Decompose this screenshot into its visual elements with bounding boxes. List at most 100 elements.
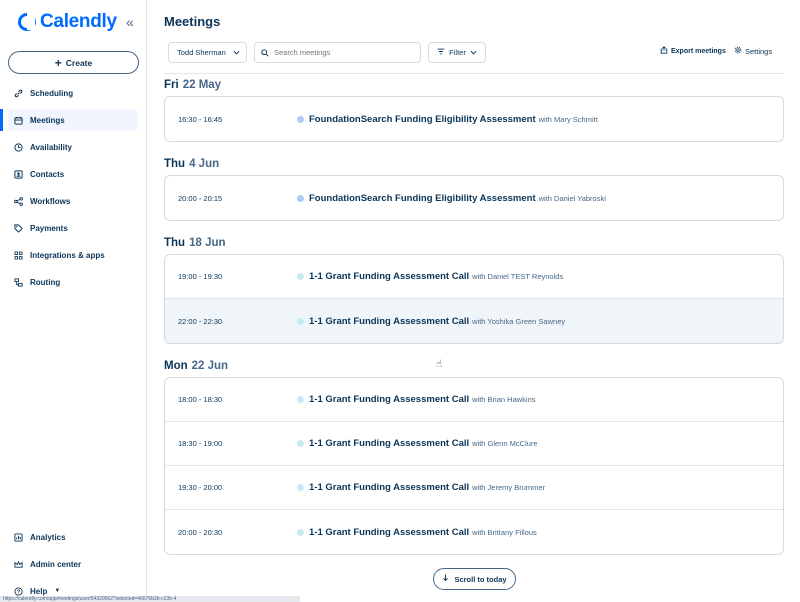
workflows-icon bbox=[14, 196, 23, 206]
svg-text:?: ? bbox=[17, 589, 20, 595]
meeting-row[interactable]: 20:00 - 20:30 1-1 Grant Funding Assessmen… bbox=[165, 510, 783, 554]
day-date: 22 Jun bbox=[191, 360, 229, 372]
sidebar-item-label: Meetings bbox=[30, 115, 65, 125]
search-icon bbox=[261, 44, 269, 62]
create-label: Create bbox=[65, 57, 93, 68]
arrow-down-icon bbox=[442, 574, 449, 584]
page-header: Meetings bbox=[148, 0, 800, 42]
meeting-title: 1-1 Grant Funding Assessment Call bbox=[309, 315, 470, 327]
day-weekday: Fri bbox=[164, 79, 179, 91]
meeting-invitee: with Brian Hawkins bbox=[472, 395, 536, 404]
export-label: Export meetings bbox=[671, 47, 726, 55]
user-select[interactable]: Todd Sherman bbox=[168, 42, 247, 63]
sidebar-item-scheduling[interactable]: Scheduling bbox=[8, 82, 138, 104]
meeting-title: 1-1 Grant Funding Assessment Call bbox=[309, 482, 470, 493]
meeting-time: 22:00 - 22:30 bbox=[178, 316, 223, 326]
filter-icon bbox=[437, 48, 445, 57]
meeting-time: 19:00 - 19:30 bbox=[178, 272, 223, 281]
day-meetings-group: 20:00 - 20:15 FoundationSearch Funding El… bbox=[164, 175, 784, 221]
sidebar-item-label: Analytics bbox=[30, 532, 66, 542]
sidebar-item-integrations[interactable]: Integrations & apps bbox=[8, 244, 138, 266]
meeting-invitee: with Daniel TEST Reynolds bbox=[472, 272, 564, 281]
day-heading: Mon 22 Jun bbox=[148, 355, 800, 377]
meeting-row[interactable]: 19:00 - 19:30 1-1 Grant Funding Assessmen… bbox=[165, 255, 783, 299]
meeting-time: 20:00 - 20:30 bbox=[178, 527, 223, 537]
day-meetings-group: 16:30 - 16:45 FoundationSearch Funding El… bbox=[164, 96, 784, 142]
create-button[interactable]: + Create bbox=[8, 51, 139, 74]
tag-icon bbox=[14, 223, 23, 233]
plus-icon: + bbox=[54, 55, 62, 70]
meeting-row[interactable]: 22:00 - 22:30 1-1 Grant Funding Assessmen… bbox=[165, 299, 783, 343]
meeting-row[interactable]: 20:00 - 20:15 FoundationSearch Funding El… bbox=[165, 176, 783, 220]
event-color-dot-icon bbox=[297, 194, 304, 202]
meeting-time: 16:30 - 16:45 bbox=[178, 114, 223, 124]
sidebar-item-admin-center[interactable]: Admin center bbox=[8, 553, 138, 575]
event-color-dot-icon bbox=[297, 484, 304, 491]
search-input[interactable] bbox=[274, 48, 414, 57]
meeting-title: FoundationSearch Funding Eligibility Ass… bbox=[309, 192, 536, 204]
calendar-icon bbox=[14, 116, 23, 125]
sidebar-item-label: Routing bbox=[30, 277, 61, 287]
sidebar-item-label: Availability bbox=[30, 142, 72, 152]
sidebar-item-routing[interactable]: Routing bbox=[8, 271, 138, 293]
chevron-down-icon bbox=[470, 48, 477, 57]
day-meetings-group: 19:00 - 19:30 1-1 Grant Funding Assessmen… bbox=[164, 254, 784, 344]
meeting-invitee: with Daniel Yabroski bbox=[538, 193, 606, 203]
scroll-to-today-label: Scroll to today bbox=[454, 574, 507, 584]
calendly-logo[interactable]: Calendly bbox=[18, 11, 117, 33]
day-date: 4 Jun bbox=[189, 158, 220, 170]
day-heading: Fri 22 May bbox=[148, 74, 800, 96]
settings-button[interactable]: Settings bbox=[734, 46, 772, 56]
meeting-row[interactable]: 18:30 - 19:00 1-1 Grant Funding Assessmen… bbox=[165, 422, 783, 466]
meeting-invitee: with Glenn McClure bbox=[472, 439, 538, 448]
meetings-toolbar: Todd Sherman Filter Export meetings Sett… bbox=[148, 42, 800, 64]
page-title: Meetings bbox=[164, 14, 221, 29]
event-color-dot-icon bbox=[297, 273, 304, 280]
sidebar-bottom-nav: Analytics Admin center ? Help ▼ bbox=[0, 526, 146, 602]
sidebar-item-workflows[interactable]: Workflows bbox=[8, 190, 138, 212]
meeting-time: 18:00 - 18:30 bbox=[178, 395, 223, 404]
day-date: 22 May bbox=[182, 79, 222, 91]
event-color-dot-icon bbox=[297, 528, 304, 536]
sidebar-item-label: Payments bbox=[30, 223, 68, 233]
sidebar-item-label: Help bbox=[30, 586, 48, 596]
meeting-time: 19:30 - 20:00 bbox=[178, 483, 223, 492]
day-weekday: Thu bbox=[164, 158, 186, 170]
sidebar-item-label: Contacts bbox=[30, 169, 65, 179]
day-weekday: Thu bbox=[164, 237, 186, 249]
sidebar-item-label: Integrations & apps bbox=[30, 250, 105, 260]
filter-button[interactable]: Filter bbox=[428, 42, 486, 63]
meeting-invitee: with Yoshika Green Sawney bbox=[472, 316, 566, 326]
meeting-row[interactable]: 18:00 - 18:30 1-1 Grant Funding Assessmen… bbox=[165, 378, 783, 422]
meeting-title: 1-1 Grant Funding Assessment Call bbox=[309, 271, 470, 282]
meeting-invitee: with Brittany Fillous bbox=[472, 527, 537, 537]
gear-icon bbox=[734, 46, 742, 56]
contacts-icon bbox=[14, 169, 23, 179]
sidebar-item-label: Scheduling bbox=[30, 88, 74, 98]
day-heading: Thu 4 Jun bbox=[148, 153, 800, 175]
sidebar-item-analytics[interactable]: Analytics bbox=[8, 526, 138, 548]
collapse-sidebar-icon[interactable]: « bbox=[126, 14, 134, 30]
search-box[interactable] bbox=[254, 42, 421, 63]
sidebar-item-payments[interactable]: Payments bbox=[8, 217, 138, 239]
sidebar-item-meetings[interactable]: Meetings bbox=[0, 109, 138, 131]
sidebar-item-availability[interactable]: Availability bbox=[8, 136, 138, 158]
scroll-to-today-button[interactable]: Scroll to today bbox=[433, 568, 516, 590]
hand-cursor-icon: ☝ bbox=[436, 359, 443, 370]
meeting-row[interactable]: 19:30 - 20:00 1-1 Grant Funding Assessmen… bbox=[165, 466, 783, 510]
grid-icon bbox=[14, 250, 23, 260]
export-meetings-button[interactable]: Export meetings bbox=[660, 46, 726, 56]
day-heading: Thu 18 Jun bbox=[148, 232, 800, 254]
meeting-title: 1-1 Grant Funding Assessment Call bbox=[309, 438, 470, 449]
meeting-invitee: with Jeremy Brummer bbox=[472, 483, 546, 492]
meeting-title: FoundationSearch Funding Eligibility Ass… bbox=[309, 113, 536, 125]
event-color-dot-icon bbox=[297, 440, 304, 447]
event-color-dot-icon bbox=[297, 115, 304, 123]
meeting-invitee: with Mary Schmitt bbox=[538, 114, 598, 124]
calendly-logo-icon bbox=[18, 12, 36, 31]
crown-icon bbox=[14, 560, 23, 569]
sidebar: Calendly « + Create Scheduling Meetings … bbox=[0, 0, 147, 602]
meeting-row[interactable]: 16:30 - 16:45 FoundationSearch Funding El… bbox=[165, 97, 783, 141]
sidebar-item-contacts[interactable]: Contacts bbox=[8, 163, 138, 185]
analytics-icon bbox=[14, 532, 23, 542]
